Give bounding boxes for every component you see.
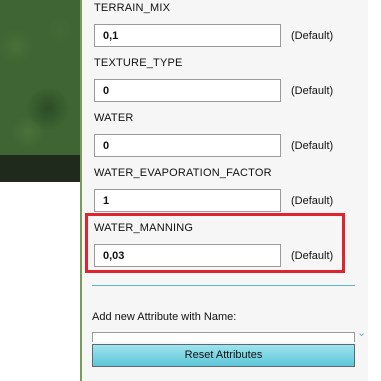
attr-input-texture-type[interactable] xyxy=(94,79,281,102)
attr-label-water-evaporation-factor: WATER_EVAPORATION_FACTOR xyxy=(94,167,272,179)
attr-label-terrain-mix: TERRAIN_MIX xyxy=(94,2,171,14)
map-status-bar xyxy=(0,155,80,182)
chevron-down-icon[interactable]: ⌄ xyxy=(357,326,366,339)
attr-default-water: (Default) xyxy=(291,140,334,152)
map-empty-area xyxy=(0,182,80,381)
highlight-box xyxy=(85,213,345,273)
attr-default-terrain-mix: (Default) xyxy=(291,30,334,42)
new-attribute-label: Add new Attribute with Name: xyxy=(92,311,237,323)
attr-default-water-evaporation-factor: (Default) xyxy=(291,195,334,207)
attribute-panel: TERRAIN_MIX (Default) TEXTURE_TYPE (Defa… xyxy=(80,0,368,381)
attr-input-terrain-mix[interactable] xyxy=(94,24,281,47)
attr-input-water-evaporation-factor[interactable] xyxy=(94,189,281,212)
panel-scroll-edge xyxy=(368,0,381,381)
attr-label-texture-type: TEXTURE_TYPE xyxy=(94,57,183,69)
attr-input-water[interactable] xyxy=(94,134,281,157)
attr-label-water: WATER xyxy=(94,112,134,124)
map-viewport[interactable] xyxy=(0,0,80,155)
section-divider xyxy=(92,285,355,286)
reset-attributes-button[interactable]: Reset Attributes xyxy=(92,344,355,367)
new-attribute-input[interactable] xyxy=(92,332,355,342)
attr-default-texture-type: (Default) xyxy=(291,85,334,97)
